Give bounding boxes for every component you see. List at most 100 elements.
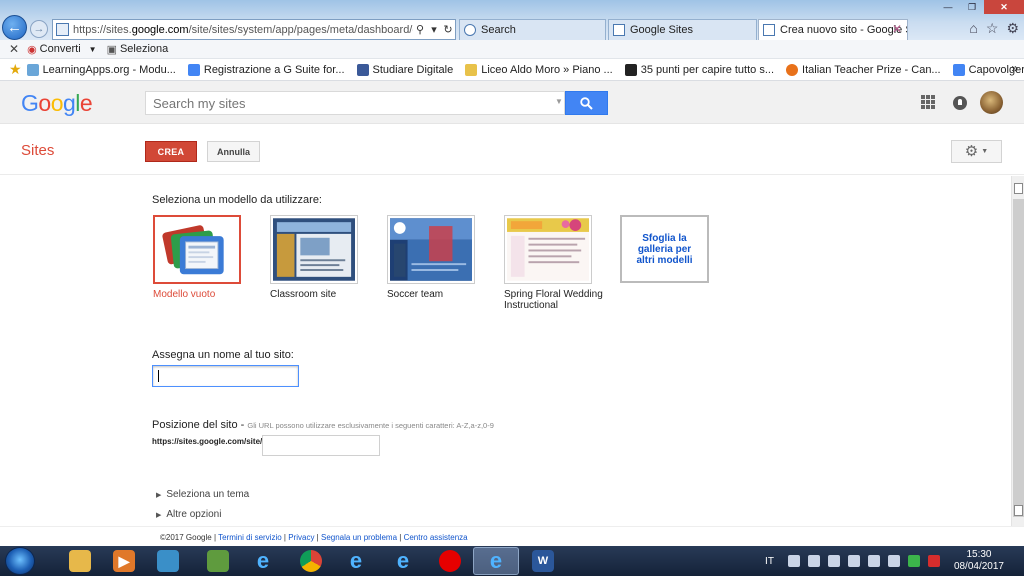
- convert-button[interactable]: ◉ Converti ▼: [27, 43, 97, 56]
- taskbar-ie[interactable]: e: [380, 547, 426, 575]
- search-my-sites-input[interactable]: [145, 91, 565, 115]
- create-site-form: Seleziona un modello da utilizzare: Mode…: [0, 176, 1011, 526]
- maximize-icon[interactable]: ❐: [960, 0, 984, 14]
- antivirus-icon[interactable]: [927, 555, 940, 567]
- google-favicon-icon: [952, 63, 965, 76]
- drive-icon[interactable]: [907, 555, 920, 567]
- site-name-input[interactable]: [152, 365, 299, 387]
- choose-template-label: Seleziona un modello da utilizzare:: [152, 194, 322, 206]
- select-theme-toggle[interactable]: ▶ Seleziona un tema: [156, 489, 249, 500]
- taskbar-explorer[interactable]: [57, 547, 103, 575]
- clock[interactable]: 15:30 08/04/2017: [954, 549, 1004, 573]
- forward-button[interactable]: →: [30, 20, 48, 38]
- report-problem-link[interactable]: Segnala un problema: [321, 533, 397, 542]
- windows-icon[interactable]: [787, 555, 800, 567]
- more-options-toggle[interactable]: ▶ Altre opzioni: [156, 509, 221, 520]
- start-button[interactable]: [5, 547, 35, 575]
- volume-icon[interactable]: [887, 555, 900, 567]
- word-icon: W: [532, 550, 554, 572]
- chevron-down-icon: ▼: [88, 44, 97, 54]
- address-bar[interactable]: https://sites.google.com/site/sites/syst…: [52, 19, 456, 40]
- select-button[interactable]: ▣ Seleziona: [107, 43, 169, 56]
- taskbar-media[interactable]: ▶: [101, 547, 147, 575]
- search-dropdown-icon[interactable]: ▼: [555, 97, 563, 106]
- template-soccer[interactable]: [387, 215, 475, 284]
- taskbar-ie[interactable]: e: [333, 547, 379, 575]
- taskbar-chrome[interactable]: [288, 547, 334, 575]
- search-button[interactable]: [565, 91, 608, 115]
- search-icon[interactable]: ⚲: [413, 23, 427, 36]
- favorite-link[interactable]: Italian Teacher Prize - Can...: [786, 63, 941, 76]
- network-icon[interactable]: [867, 555, 880, 567]
- taskbar-network[interactable]: [195, 547, 241, 575]
- folder-icon: [69, 550, 91, 572]
- chrome-icon: [300, 550, 322, 572]
- tab-search[interactable]: Search: [459, 19, 606, 40]
- classroom-template-thumbnail: [273, 218, 355, 281]
- flag-icon[interactable]: [847, 555, 860, 567]
- create-button[interactable]: CREA: [145, 141, 197, 162]
- close-toolbar-icon[interactable]: ✕: [9, 42, 19, 56]
- browser-tools: ⌂ ☆ ⚙: [969, 20, 1019, 37]
- internet-explorer-icon: e: [349, 548, 363, 573]
- battery-icon[interactable]: [827, 555, 840, 567]
- windows-taskbar: ▶ e e e e W IT 15:30 08/04/2017: [0, 546, 1024, 576]
- home-icon[interactable]: ⌂: [969, 20, 977, 37]
- page-scrollbar[interactable]: [1011, 176, 1024, 526]
- scroll-up-button[interactable]: [1014, 183, 1023, 194]
- notifications-icon[interactable]: [953, 96, 967, 110]
- page-footer: ©2017 Google | Termini di servizio | Pri…: [0, 526, 1024, 546]
- site-favicon-icon: [624, 63, 637, 76]
- terms-link[interactable]: Termini di servizio: [218, 533, 282, 542]
- avatar[interactable]: [980, 91, 1003, 114]
- apps-grid-icon[interactable]: [921, 95, 935, 109]
- cancel-button[interactable]: Annulla: [207, 141, 260, 162]
- settings-button[interactable]: ⚙ ▼: [951, 140, 1002, 163]
- chevron-down-icon: ▼: [981, 148, 989, 155]
- favorites-star-icon[interactable]: ★: [9, 61, 22, 78]
- favorites-star-icon[interactable]: ☆: [986, 20, 999, 37]
- tab-crea-nuovo-sito[interactable]: Crea nuovo sito - Google Si... ✕: [758, 19, 908, 40]
- google-favicon-icon: [187, 63, 200, 76]
- browse-gallery-link[interactable]: Sfoglia la galleria per altri modelli: [620, 215, 709, 283]
- back-button[interactable]: ←: [2, 15, 27, 40]
- more-favorites-icon[interactable]: »: [1011, 61, 1018, 75]
- privacy-link[interactable]: Privacy: [288, 533, 314, 542]
- search-tab-icon: [464, 24, 476, 36]
- browser-titlebar: ← → https://sites.google.com/site/sites/…: [0, 0, 1024, 40]
- minimize-icon[interactable]: —: [936, 0, 960, 14]
- tab-google-sites[interactable]: Google Sites: [608, 19, 757, 40]
- close-tab-icon[interactable]: ✕: [892, 22, 902, 36]
- site-url-input[interactable]: [262, 435, 380, 456]
- sites-tab-icon: [763, 24, 775, 36]
- tray-up-icon[interactable]: [807, 555, 820, 567]
- favorite-link[interactable]: Registrazione a G Suite for...: [187, 63, 345, 76]
- settings-gear-icon[interactable]: ⚙: [1006, 20, 1019, 37]
- template-spring-floral[interactable]: [504, 215, 592, 284]
- convert-icon: ◉: [27, 43, 37, 56]
- input-language[interactable]: IT: [765, 556, 774, 567]
- favorite-link[interactable]: Studiare Digitale: [356, 63, 453, 76]
- taskbar-ie-active[interactable]: e: [473, 547, 519, 575]
- favorite-link[interactable]: LearningApps.org - Modu...: [26, 63, 176, 76]
- template-classroom[interactable]: [270, 215, 358, 284]
- refresh-icon[interactable]: ↻: [441, 23, 455, 36]
- favorite-link[interactable]: 35 punti per capire tutto s...: [624, 63, 774, 76]
- taskbar-vodafone[interactable]: [427, 547, 473, 575]
- media-player-icon: ▶: [113, 550, 135, 572]
- scroll-down-button[interactable]: [1014, 505, 1023, 516]
- taskbar-ie[interactable]: e: [240, 547, 286, 575]
- address-url[interactable]: https://sites.google.com/site/sites/syst…: [73, 24, 413, 36]
- command-bar: ✕ ◉ Converti ▼ ▣ Seleziona: [0, 40, 1024, 59]
- scroll-thumb[interactable]: [1013, 199, 1024, 517]
- google-logo[interactable]: Google: [21, 90, 93, 117]
- spring-floral-template-thumbnail: [507, 218, 589, 281]
- dropdown-icon[interactable]: ▾: [427, 23, 441, 36]
- template-blank[interactable]: [153, 215, 241, 284]
- taskbar-camera[interactable]: [145, 547, 191, 575]
- taskbar-word[interactable]: W: [520, 547, 566, 575]
- close-window-icon[interactable]: ✕: [984, 0, 1024, 14]
- back-arrow-icon: ←: [7, 19, 22, 36]
- help-center-link[interactable]: Centro assistenza: [404, 533, 468, 542]
- favorite-link[interactable]: Liceo Aldo Moro » Piano ...: [465, 63, 613, 76]
